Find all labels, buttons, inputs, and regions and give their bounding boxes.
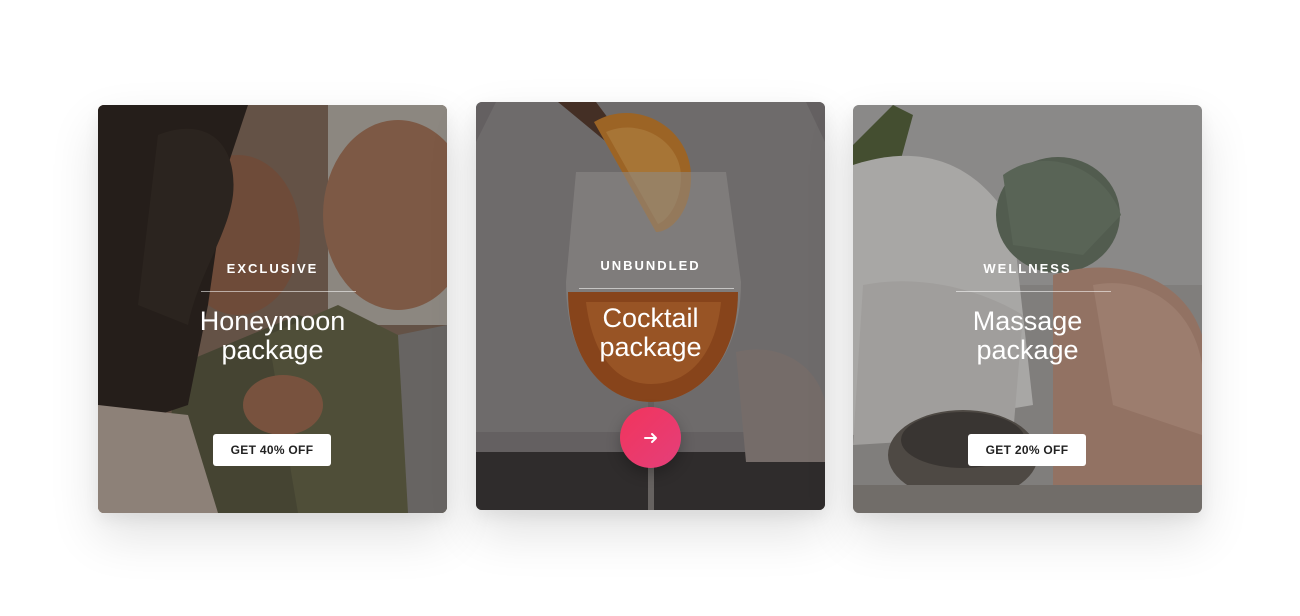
card-title: Honeymoon package [98,307,447,365]
get-20-off-button[interactable]: GET 20% OFF [968,434,1086,466]
card-eyebrow: UNBUNDLED [600,258,701,273]
card-title-line-1: Cocktail [602,303,699,333]
card-title-line-2: package [599,332,702,362]
divider [579,288,734,289]
card-title: Massage package [853,307,1202,365]
get-40-off-button[interactable]: GET 40% OFF [213,434,331,466]
divider [956,291,1111,292]
card-eyebrow: EXCLUSIVE [226,261,319,276]
card-title-line-2: package [221,335,324,365]
massage-package-card[interactable]: WELLNESS Massage package GET 20% OFF [853,105,1202,513]
card-title: Cocktail package [476,304,825,362]
cocktail-package-card[interactable]: UNBUNDLED Cocktail package [476,102,825,510]
divider [201,291,356,292]
honeymoon-package-card[interactable]: EXCLUSIVE Honeymoon package GET 40% OFF [98,105,447,513]
arrow-right-icon [643,432,657,443]
card-eyebrow: WELLNESS [983,261,1072,276]
card-title-line-2: package [976,335,1079,365]
go-arrow-button[interactable] [620,407,681,468]
card-title-line-1: Honeymoon [199,306,346,336]
card-title-line-1: Massage [972,306,1083,336]
